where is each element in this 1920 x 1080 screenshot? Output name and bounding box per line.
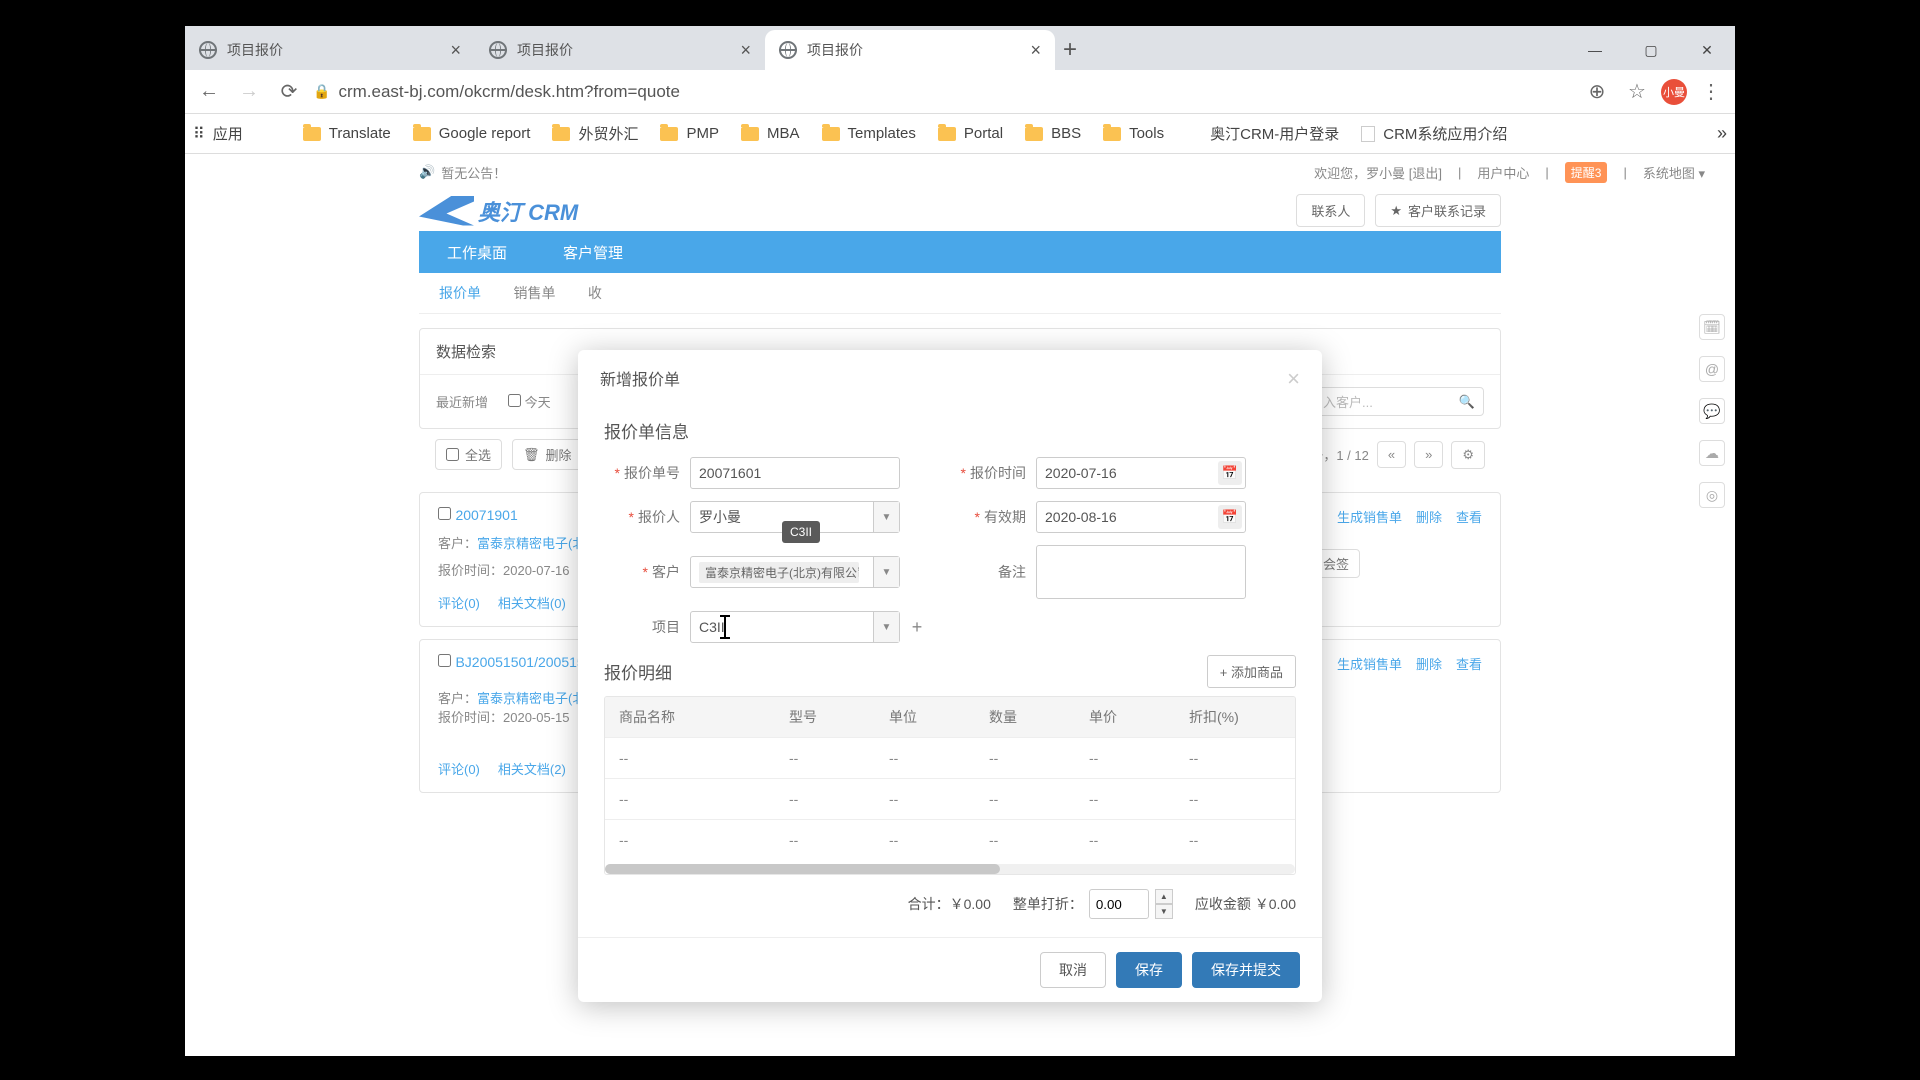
spinner-down[interactable]: ▼ xyxy=(1155,904,1173,919)
calendar-icon[interactable]: 📅 xyxy=(1218,461,1242,485)
bookmark-forex[interactable]: 外贸外汇 xyxy=(552,123,638,144)
spinner-up[interactable]: ▲ xyxy=(1155,889,1173,904)
window-controls: — ▢ ✕ xyxy=(1567,30,1735,70)
chevron-down-icon: ▼ xyxy=(873,557,899,587)
url-field[interactable]: 🔒crm.east-bj.com/okcrm/desk.htm?from=quo… xyxy=(313,82,1573,102)
menu-button[interactable]: ⋮ xyxy=(1695,76,1727,108)
tab-2[interactable]: 项目报价× xyxy=(765,30,1055,70)
calendar-icon[interactable]: 📅 xyxy=(1218,505,1242,529)
reload-button[interactable]: ⟳ xyxy=(273,76,305,108)
bookmark-templates[interactable]: Templates xyxy=(822,125,916,142)
close-window-button[interactable]: ✕ xyxy=(1679,30,1735,70)
globe-icon xyxy=(199,41,217,59)
bookmark-tools[interactable]: Tools xyxy=(1103,125,1164,142)
col-unit: 单位 xyxy=(875,707,975,727)
lock-icon: 🔒 xyxy=(313,83,330,100)
folder-icon xyxy=(1025,127,1043,141)
zoom-icon[interactable]: ⊕ xyxy=(1581,76,1613,108)
bookmark-overflow[interactable]: » xyxy=(1717,123,1727,144)
table-row: ------------ xyxy=(605,819,1295,860)
section-quote-detail: 报价明细 xyxy=(604,659,672,684)
summary-row: 合计：￥0.00 整单打折： ▲▼ 应收金额 ￥0.00 xyxy=(604,889,1296,919)
save-button[interactable]: 保存 xyxy=(1116,952,1182,988)
maximize-button[interactable]: ▢ xyxy=(1623,30,1679,70)
add-project-button[interactable]: + xyxy=(908,617,926,638)
text-cursor-icon xyxy=(724,617,726,637)
globe-icon xyxy=(1186,126,1202,142)
col-price: 单价 xyxy=(1075,707,1175,727)
bookmarks-bar: ⠿应用 Translate Google report 外贸外汇 PMP MBA… xyxy=(185,114,1735,154)
bookmark-translate[interactable]: Translate xyxy=(303,125,391,142)
back-button[interactable]: ← xyxy=(193,76,225,108)
folder-icon xyxy=(552,127,570,141)
col-discount: 折扣(%) xyxy=(1175,707,1285,727)
col-model: 型号 xyxy=(775,707,875,727)
chevron-down-icon: ▼ xyxy=(873,502,899,532)
valid-until-input[interactable] xyxy=(1036,501,1246,533)
address-bar: ← → ⟳ 🔒crm.east-bj.com/okcrm/desk.htm?fr… xyxy=(185,70,1735,114)
folder-icon xyxy=(1103,127,1121,141)
customer-chip: 富泰京精密电子(北京)有限公司× xyxy=(699,562,859,583)
tab-0[interactable]: 项目报价× xyxy=(185,30,475,70)
new-tab-button[interactable]: + xyxy=(1055,36,1085,70)
apps-button[interactable]: ⠿应用 xyxy=(193,123,243,144)
star-icon[interactable]: ☆ xyxy=(1621,76,1653,108)
table-row: ------------ xyxy=(605,778,1295,819)
bookmark-google-report[interactable]: Google report xyxy=(413,125,531,142)
bookmark-pmp[interactable]: PMP xyxy=(660,125,719,142)
close-icon[interactable]: × xyxy=(450,40,461,61)
chevron-down-icon: ▼ xyxy=(873,612,899,642)
col-qty: 数量 xyxy=(975,707,1075,727)
modal-close-button[interactable]: × xyxy=(1287,366,1300,392)
bookmark-portal[interactable]: Portal xyxy=(938,125,1003,142)
page-icon xyxy=(1361,126,1375,142)
folder-icon xyxy=(741,127,759,141)
quote-time-input[interactable] xyxy=(1036,457,1246,489)
folder-icon xyxy=(660,127,678,141)
close-icon[interactable]: × xyxy=(740,40,751,61)
close-icon[interactable]: × xyxy=(1030,40,1041,61)
bookmark-bbs[interactable]: BBS xyxy=(1025,125,1081,142)
folder-icon xyxy=(938,127,956,141)
browser-tabbar: 项目报价× 项目报价× 项目报价× + — ▢ ✕ xyxy=(185,26,1735,70)
folder-icon xyxy=(413,127,431,141)
bookmark-crm-intro[interactable]: CRM系统应用介绍 xyxy=(1361,123,1507,144)
globe-icon xyxy=(779,41,797,59)
bookmark-crm-login[interactable]: 奥汀CRM-用户登录 xyxy=(1186,123,1339,144)
quote-no-input[interactable] xyxy=(690,457,900,489)
new-quote-modal: 新增报价单 × 报价单信息 *报价单号 *报价时间 📅 xyxy=(578,350,1322,1002)
bookmark-globe[interactable] xyxy=(265,126,281,142)
forward-button[interactable]: → xyxy=(233,76,265,108)
modal-title: 新增报价单 xyxy=(600,366,680,392)
section-quote-info: 报价单信息 xyxy=(604,418,1296,443)
bookmark-mba[interactable]: MBA xyxy=(741,125,800,142)
col-name: 商品名称 xyxy=(605,707,775,727)
minimize-button[interactable]: — xyxy=(1567,30,1623,70)
remark-textarea[interactable] xyxy=(1036,545,1246,599)
discount-input[interactable] xyxy=(1089,889,1149,919)
table-row: ------------ xyxy=(605,737,1295,778)
profile-avatar[interactable]: 小曼 xyxy=(1661,79,1687,105)
customer-select[interactable]: 富泰京精密电子(北京)有限公司× ▼ xyxy=(690,556,900,588)
cancel-button[interactable]: 取消 xyxy=(1040,952,1106,988)
quote-items-table: 商品名称 型号 单位 数量 单价 折扣(%) ------------ ----… xyxy=(604,696,1296,875)
globe-icon xyxy=(489,41,507,59)
save-submit-button[interactable]: 保存并提交 xyxy=(1192,952,1300,988)
folder-icon xyxy=(822,127,840,141)
table-scrollbar[interactable] xyxy=(605,864,1295,874)
globe-icon xyxy=(265,126,281,142)
tab-1[interactable]: 项目报价× xyxy=(475,30,765,70)
folder-icon xyxy=(303,127,321,141)
tooltip: C3II xyxy=(782,521,820,543)
add-goods-button[interactable]: + 添加商品 xyxy=(1207,655,1296,688)
